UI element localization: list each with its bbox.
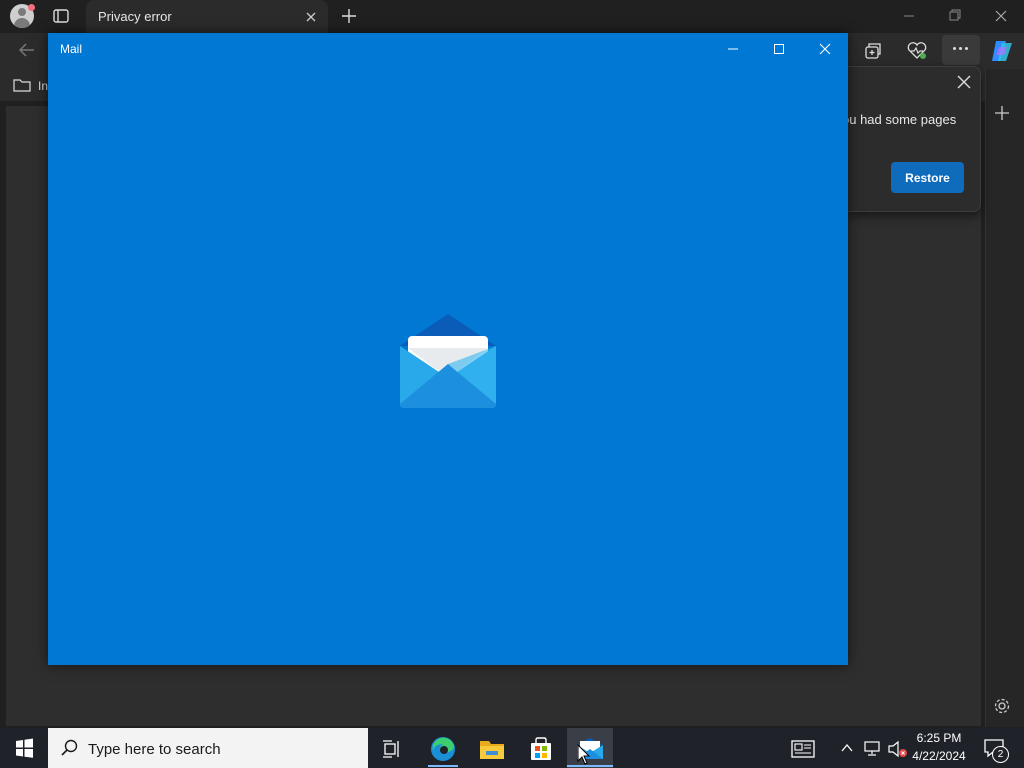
edge-running-indicator xyxy=(428,765,458,767)
settings-and-more-icon[interactable] xyxy=(942,35,980,65)
folder-icon[interactable] xyxy=(13,77,31,93)
copilot-icon[interactable] xyxy=(988,37,1016,65)
news-and-interests-icon[interactable] xyxy=(789,738,817,760)
edge-icon[interactable] xyxy=(428,734,458,764)
mail-envelope-icon xyxy=(400,314,496,408)
collections-icon[interactable] xyxy=(862,40,884,62)
popup-close-icon[interactable] xyxy=(955,73,973,91)
mail-minimize-icon[interactable] xyxy=(722,40,744,58)
profile-notification-dot xyxy=(28,4,35,11)
browser-sidebar xyxy=(985,69,1024,727)
mail-close-icon[interactable] xyxy=(814,40,836,58)
browser-essentials-icon[interactable] xyxy=(906,40,928,62)
action-center-button[interactable]: 2 xyxy=(982,736,1009,763)
network-icon[interactable] xyxy=(862,739,882,757)
tab-close-icon[interactable] xyxy=(302,8,320,26)
favorites-item-label[interactable]: In xyxy=(38,79,48,93)
tab-actions-icon[interactable] xyxy=(50,5,72,27)
notification-count-badge: 2 xyxy=(992,746,1009,763)
restore-message: ou had some pages xyxy=(842,112,957,127)
volume-muted-icon[interactable] xyxy=(886,739,908,759)
chevron-up-icon[interactable] xyxy=(839,740,855,756)
new-tab-icon[interactable] xyxy=(339,6,359,26)
search-placeholder: Type here to search xyxy=(88,741,221,758)
mail-maximize-icon[interactable] xyxy=(768,40,790,58)
clock-time[interactable]: 6:25 PM xyxy=(911,731,967,745)
microsoft-store-icon[interactable] xyxy=(527,735,555,763)
task-view-icon[interactable] xyxy=(380,738,404,760)
browser-restore-icon[interactable] xyxy=(944,8,966,24)
windows-start-icon[interactable] xyxy=(0,728,48,768)
clock-date[interactable]: 4/22/2024 xyxy=(906,749,972,763)
file-explorer-icon[interactable] xyxy=(478,736,506,762)
browser-minimize-icon[interactable] xyxy=(898,8,920,24)
sidebar-settings-gear-icon[interactable] xyxy=(992,696,1012,716)
mail-window-title: Mail xyxy=(60,42,83,56)
browser-close-icon[interactable] xyxy=(990,6,1012,26)
restore-button[interactable]: Restore xyxy=(891,162,964,193)
tab-title: Privacy error xyxy=(98,9,172,24)
sidebar-add-icon[interactable] xyxy=(993,104,1011,122)
search-icon xyxy=(61,739,78,756)
mouse-cursor-icon xyxy=(577,744,591,765)
back-arrow-icon[interactable] xyxy=(16,40,38,60)
